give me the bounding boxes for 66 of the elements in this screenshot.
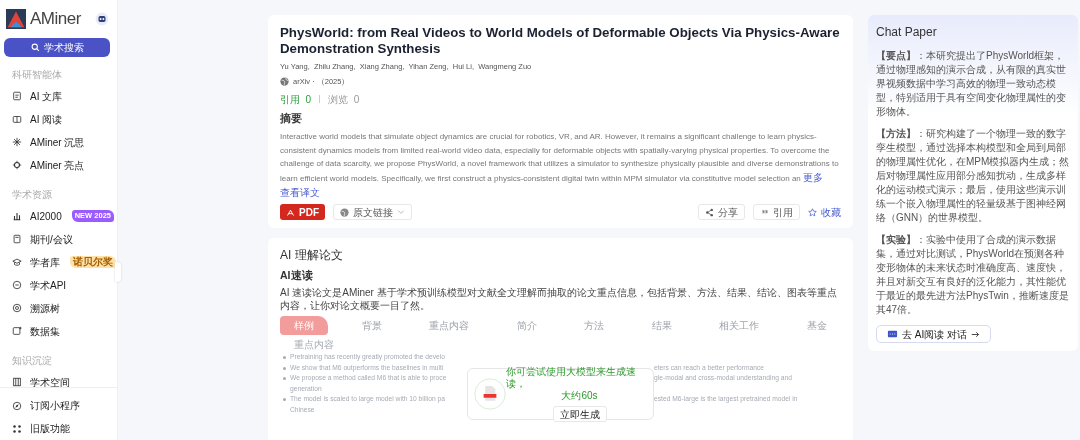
panel-title: Chat Paper	[876, 24, 938, 41]
search-button[interactable]: 学术搜索	[4, 37, 110, 57]
grid-icon	[12, 423, 22, 434]
star-icon	[808, 207, 817, 217]
robot-icon	[95, 11, 109, 26]
share-icon	[705, 207, 714, 217]
share-button[interactable]: 分享	[698, 204, 745, 221]
logo-text: AMiner	[30, 8, 81, 30]
sidebar-item[interactable]: AI 阅读	[0, 107, 117, 131]
sidebar-item[interactable]: AMiner 亮点	[0, 153, 117, 177]
sidebar-item[interactable]: 旧版功能	[0, 417, 117, 440]
caret-icon	[397, 208, 405, 217]
source-link-button[interactable]: 原文链接	[333, 204, 412, 221]
pdf-button[interactable]: PDF	[280, 204, 325, 221]
stat-count: 浏览 0	[328, 92, 360, 107]
description-text: AI 速读论文是AMiner 基于学术预训练模型对文献全文理解而抽取的论文重点信息，包括背景、方法、结果、结论、图表等重点内容，让你对论文概要一目了然。	[280, 286, 838, 312]
example-heading: 重点内容	[293, 338, 335, 352]
at-sign-icon	[12, 303, 22, 313]
sidebar-item[interactable]: 数据集	[0, 319, 117, 343]
chat-icon	[887, 328, 898, 340]
favorite-button[interactable]: 收藏	[808, 204, 841, 220]
globe-icon	[280, 77, 289, 87]
arrow-icon	[971, 329, 980, 339]
section-label: 科研智能体	[12, 67, 63, 82]
book-icon	[12, 114, 22, 124]
popup-message: 你可尝试使用大模型来生成速读，	[506, 366, 637, 391]
sidebar-item[interactable]: 学术空间	[0, 370, 117, 394]
journal-icon	[12, 234, 22, 244]
section-title: AI 理解论文	[280, 247, 344, 265]
section-label: 知识沉淀	[12, 353, 53, 368]
translate-link[interactable]: 查看译文	[280, 185, 841, 201]
building-icon	[12, 377, 22, 387]
sidebar-item[interactable]: 溯源树	[0, 296, 117, 320]
pdf-file-icon	[474, 378, 506, 411]
spark-icon	[12, 137, 22, 147]
search-icon	[30, 42, 40, 52]
collapse-handle[interactable]	[115, 262, 121, 282]
generate-button[interactable]: 立即生成	[552, 406, 607, 423]
document-icon	[12, 91, 22, 101]
summary-paragraph: 【方法】：研究构建了一个物理一致的数字孪生模型，通过选择本构模型和全局到局部的物理属性优化，在MPM模拟器内生成；然后对物理属性应用部分感知扰动，生成多样化的运动模式演示；最后，使用这些演示训练一个嵌入物理属性的轻量级基于图神经网络（GNN）的世界模型。	[876, 127, 1070, 225]
popup-message: 大约60s	[561, 390, 598, 403]
section-label: 学术资源	[12, 187, 53, 202]
tag: 诺贝尔奖	[70, 256, 116, 268]
sidebar-item[interactable]: 学者库 诺贝尔奖	[0, 250, 117, 274]
summary-paragraph: 【要点】：本研究提出了PhysWorld框架，通过物理感知的演示合成，从有限的真实世界视频数据中学习高效的物理一致动态模型，特别适用于具有空间变化物理属性的变形物体。	[876, 49, 1067, 119]
abstract-text: Interactive world models that simulate object dynamics are crucial for robotics, VR, and AR. However, it remains a significant challenge to learn physics-consistent dynamics models from limited real-world video data, especially for deformable objects with spatially-varying physical properties. To overcome the challenge of data scarcity, we propose PhysWorld, a novel framework that utilizes a simulator to synthesize physically plausible and diverse demonstrations to learn efficient world models. Specifically, we first construct a physics-consistent digital twin within MPM simulator via constitutive model selection an 更多	[280, 131, 840, 185]
dataset-icon	[12, 326, 22, 336]
sidebar-item[interactable]: AI 文库	[0, 84, 117, 108]
sidebar-item[interactable]: 订阅小程序	[0, 394, 117, 417]
pdf-icon	[286, 207, 295, 217]
bar-chart-icon	[12, 211, 22, 221]
section-subtitle: AI速读	[280, 268, 314, 284]
stat-count: 引用 0	[280, 92, 312, 107]
sidebar-item[interactable]: 期刊/会议	[0, 227, 117, 251]
graduation-cap-icon	[12, 257, 22, 267]
logo-icon	[6, 8, 26, 29]
sidebar-item[interactable]: 学术API	[0, 273, 117, 297]
more-link[interactable]: 更多	[803, 171, 824, 183]
section-heading: 摘要	[280, 110, 303, 126]
cite-button[interactable]: 引用	[753, 204, 800, 221]
globe-icon	[340, 207, 349, 217]
sidebar-item[interactable]: AMiner 沉思	[0, 130, 117, 154]
chat-button[interactable]: 去 AI阅读 对话	[876, 325, 991, 343]
summary-paragraph: 【实验】：实验中使用了合成的演示数据集，通过对比测试，PhysWorld在预测各种变形物体的未来状态时准确度高、速度快，并且对新交互有良好的泛化能力，其性能优于最近的最先进方法PhysTwin，推断速度是其47倍。	[876, 233, 1070, 317]
compass-icon	[12, 400, 22, 411]
paper-title: PhysWorld: from Real Videos to World Models of Deformable Objects Via Physics-Aware Demonstration Synthesis	[280, 25, 841, 57]
